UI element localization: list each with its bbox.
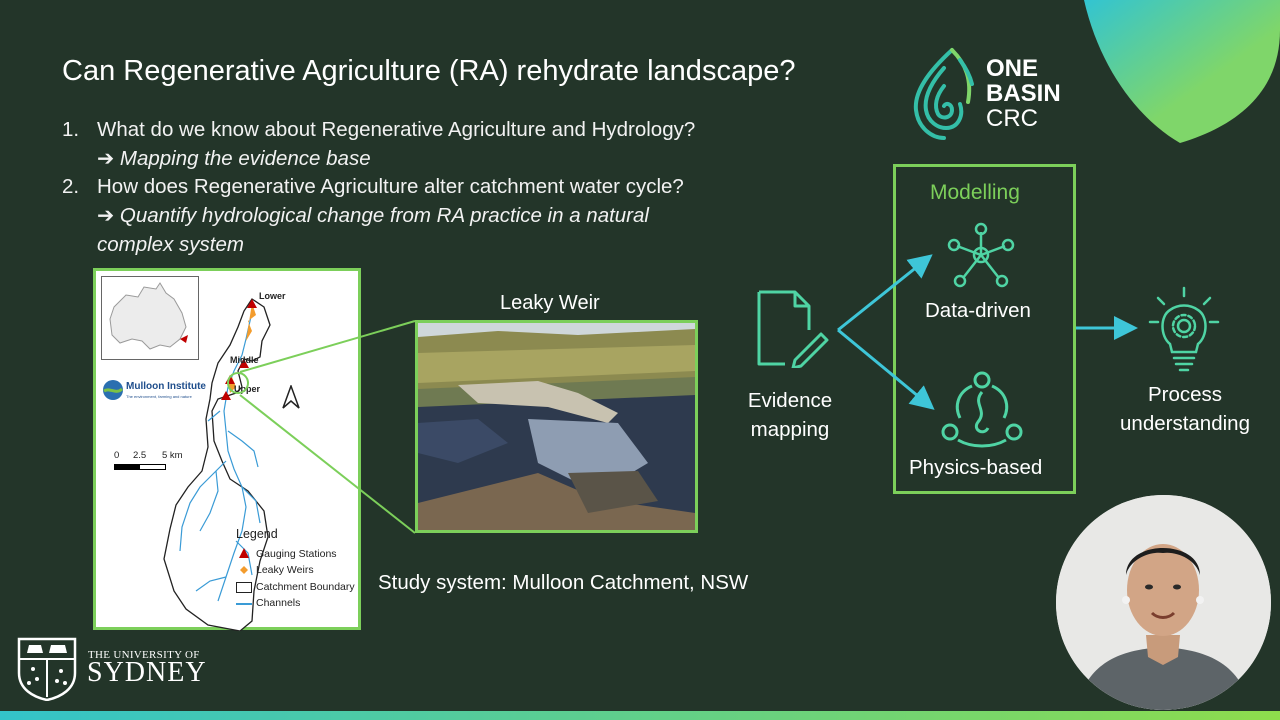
lightbulb-gear-icon (1148, 286, 1220, 372)
presenter-webcam (1056, 495, 1271, 710)
process-line1: Process (1147, 383, 1223, 406)
presenter-image (1056, 495, 1271, 710)
process-line2: understanding (1120, 412, 1250, 435)
university-name-big: SYDNEY (87, 657, 207, 688)
bottom-gradient-bar (0, 711, 1280, 720)
process-understanding-label: Process understanding (1105, 380, 1265, 438)
university-crest-icon (17, 637, 77, 701)
